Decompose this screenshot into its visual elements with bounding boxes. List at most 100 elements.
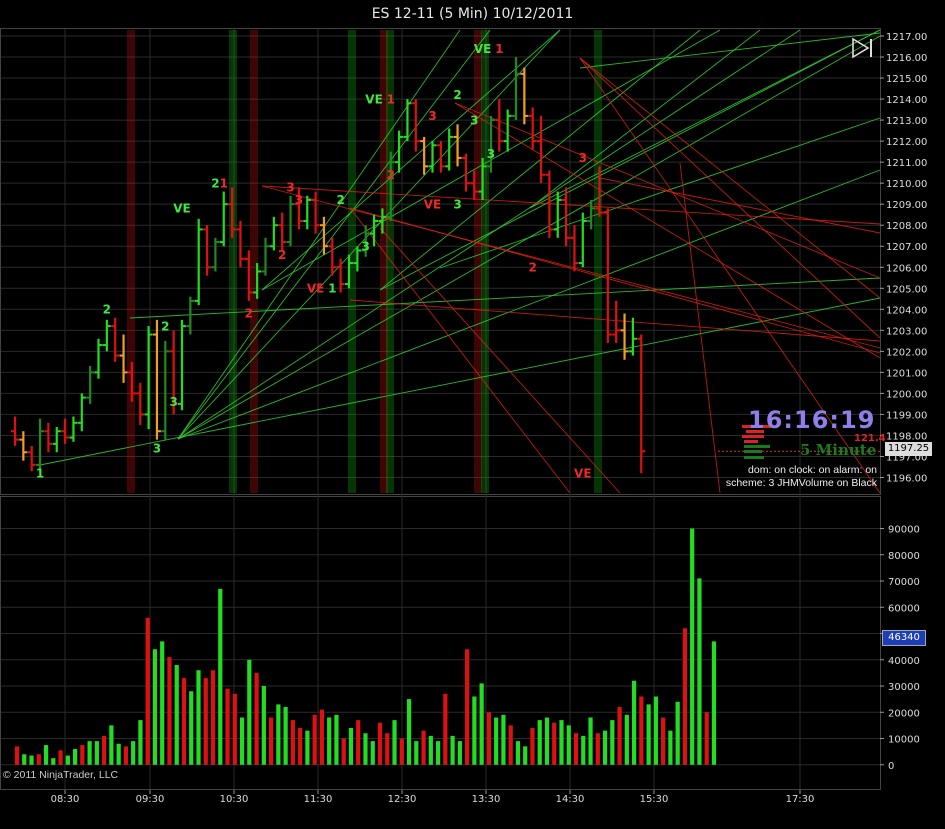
swing-label: 1 xyxy=(387,92,395,106)
swing-label: 2 xyxy=(245,307,253,321)
volume-bar xyxy=(43,745,49,765)
swing-label: 1 xyxy=(495,42,503,56)
last-price-marker: 1197.25 xyxy=(885,442,932,456)
price-tick-label: 1210.00 xyxy=(886,179,927,190)
chart-title: ES 12-11 (5 Min) 10/12/2011 xyxy=(0,0,945,28)
swing-label: 2 xyxy=(161,319,169,333)
volume-bar xyxy=(152,649,158,765)
volume-bar xyxy=(653,696,658,765)
volume-bar xyxy=(123,746,128,765)
volume-bar xyxy=(72,749,78,765)
price-tick-label: 1206.00 xyxy=(886,263,927,274)
volume-bar xyxy=(523,746,528,765)
swing-label: 3 xyxy=(362,239,370,253)
volume-bar xyxy=(668,730,673,765)
price-tick-label: 1214.00 xyxy=(886,95,927,106)
time-tick-label: 13:30 xyxy=(472,794,501,805)
volume-bar xyxy=(138,720,143,765)
clock-display: 16:16:19 xyxy=(748,406,876,434)
swing-label: VE xyxy=(307,281,324,295)
volume-bar xyxy=(385,733,390,765)
price-tick-label: 1209.00 xyxy=(886,200,927,211)
volume-bar xyxy=(530,728,535,765)
volume-bar xyxy=(559,720,564,765)
signal-band xyxy=(127,30,135,493)
volume-bar xyxy=(704,712,709,765)
price-tick-label: 1208.00 xyxy=(886,221,927,232)
scheme-line: scheme: 3 JHMVolume on Black xyxy=(725,477,877,489)
time-tick-label: 14:30 xyxy=(556,794,585,805)
price-tick-label: 1203.00 xyxy=(886,326,927,337)
volume-bar xyxy=(595,733,600,765)
price-tick-label: 1216.00 xyxy=(886,53,927,64)
volume-bar xyxy=(218,588,223,765)
volume-bar xyxy=(661,717,666,765)
price-tick-label: 1211.00 xyxy=(886,158,927,169)
volume-bar xyxy=(399,738,404,765)
price-tick-label: 1212.00 xyxy=(886,137,927,148)
volume-tick-label: 80000 xyxy=(888,551,920,562)
swing-label: 3 xyxy=(153,441,161,455)
volume-bar xyxy=(29,755,34,765)
swing-label: 1 xyxy=(220,176,228,190)
price-tick-label: 1196.00 xyxy=(886,473,927,484)
volume-bar xyxy=(283,707,288,765)
volume-bar xyxy=(479,683,484,765)
volume-bar xyxy=(450,735,455,765)
swing-label: VE xyxy=(574,466,591,480)
volume-bar xyxy=(617,707,622,765)
status-line: dom: on clock: on alarm: on xyxy=(748,464,877,476)
swing-label: 3 xyxy=(470,113,478,127)
volume-bar xyxy=(14,746,20,765)
time-tick-label: 12:30 xyxy=(388,794,417,805)
play-end-icon[interactable] xyxy=(849,36,877,60)
swing-label: VE xyxy=(474,42,491,56)
time-tick-label: 08:30 xyxy=(51,794,80,805)
volume-bar xyxy=(334,714,339,765)
volume-bar xyxy=(581,735,586,765)
price-tick-label: 1200.00 xyxy=(886,389,927,400)
last-volume-marker: 46340 xyxy=(882,630,926,646)
price-tick-label: 1205.00 xyxy=(886,284,927,295)
volume-tick-label: 20000 xyxy=(888,708,920,719)
signal-band xyxy=(229,30,237,493)
volume-bar xyxy=(356,720,361,765)
volume-bar xyxy=(225,688,230,765)
dom-bar xyxy=(744,440,758,443)
volume-bar xyxy=(327,717,332,765)
volume-bar xyxy=(544,717,550,765)
time-tick-label: 17:30 xyxy=(786,794,815,805)
volume-bar xyxy=(392,720,397,765)
volume-tick-label: 70000 xyxy=(888,577,920,588)
volume-bar xyxy=(682,628,688,765)
volume-bar xyxy=(210,670,216,765)
price-tick-label: 1215.00 xyxy=(886,74,927,85)
swing-label: 3 xyxy=(169,395,177,409)
swing-label: 3 xyxy=(487,147,495,161)
volume-bar xyxy=(573,733,579,765)
swing-label: 3 xyxy=(428,109,436,123)
volume-bar xyxy=(247,659,252,765)
volume-tick-label: 30000 xyxy=(888,682,920,693)
price-tick-label: 1207.00 xyxy=(886,242,927,253)
volume-bar xyxy=(167,657,172,765)
volume-bar xyxy=(486,712,491,765)
volume-bar xyxy=(494,717,499,765)
volume-bar xyxy=(602,730,608,765)
volume-bar xyxy=(196,670,201,765)
volume-bar xyxy=(377,722,383,765)
time-tick-label: 11:30 xyxy=(304,794,333,805)
time-tick-label: 09:30 xyxy=(136,794,165,805)
small-value: 121.4 xyxy=(854,433,886,444)
volume-bar xyxy=(711,641,717,765)
volume-tick-label: 90000 xyxy=(888,525,920,536)
volume-bar xyxy=(269,717,274,765)
volume-bar xyxy=(65,755,70,765)
volume-bar xyxy=(116,743,121,765)
volume-tick-label: 40000 xyxy=(888,656,920,667)
copyright: © 2011 NinjaTrader, LLC xyxy=(3,769,119,781)
volume-bar xyxy=(610,720,615,765)
volume-bar xyxy=(690,528,695,765)
price-tick-label: 1201.00 xyxy=(886,368,927,379)
swing-label: 2 xyxy=(103,303,111,317)
